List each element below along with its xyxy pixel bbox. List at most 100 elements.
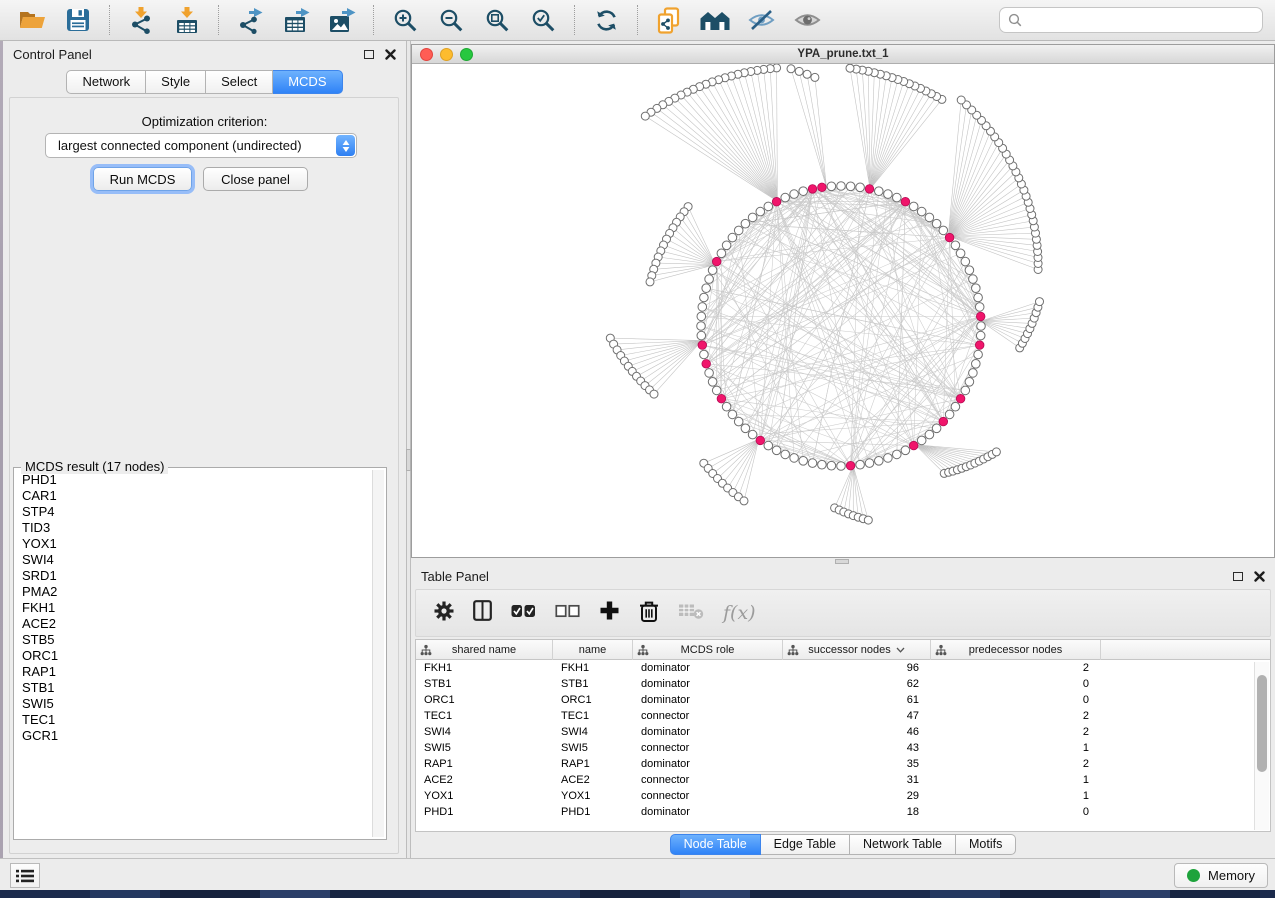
criterion-dropdown[interactable]: largest connected component (undirected)	[45, 133, 357, 158]
cell: connector	[633, 774, 783, 786]
import-table-icon[interactable]	[167, 4, 207, 36]
float-panel-icon[interactable]	[364, 50, 374, 59]
mcds-node-item[interactable]: FKH1	[16, 600, 371, 616]
table-row-FKH1[interactable]: FKH1FKH1dominator962	[416, 660, 1253, 676]
close-panel-button[interactable]: Close panel	[203, 167, 308, 191]
mcds-node-item[interactable]: ACE2	[16, 616, 371, 632]
column-header-MCDS-role[interactable]: MCDS role	[633, 640, 783, 660]
table-row-ACE2[interactable]: ACE2ACE2connector311	[416, 772, 1253, 788]
copy-network-icon[interactable]	[649, 4, 689, 36]
table-scrollbar-thumb[interactable]	[1257, 675, 1267, 772]
table-row-YOX1[interactable]: YOX1YOX1connector291	[416, 788, 1253, 804]
column-header-shared-name[interactable]: shared name	[416, 640, 553, 660]
zoom-fit-icon[interactable]	[477, 4, 517, 36]
mcds-list-scrollbar[interactable]	[372, 470, 384, 837]
mcds-node-item[interactable]: CAR1	[16, 488, 371, 504]
mcds-node-item[interactable]: SRD1	[16, 568, 371, 584]
mcds-node-item[interactable]: ORC1	[16, 648, 371, 664]
clear-row-selection-icon[interactable]	[555, 604, 580, 623]
search-input[interactable]	[1028, 13, 1254, 28]
column-header-name[interactable]: name	[553, 640, 633, 660]
mcds-node-item[interactable]: TID3	[16, 520, 371, 536]
zoom-out-icon[interactable]	[431, 4, 471, 36]
show-all-eye-icon[interactable]	[787, 4, 827, 36]
hide-selected-eye-icon[interactable]	[741, 4, 781, 36]
refresh-layout-icon[interactable]	[586, 4, 626, 36]
splitter-grip[interactable]	[835, 559, 849, 564]
horizontal-splitter[interactable]	[411, 558, 1275, 565]
cell: 1	[931, 742, 1101, 754]
mcds-node-item[interactable]: SWI5	[16, 696, 371, 712]
tab-network[interactable]: Network	[66, 70, 146, 94]
cell: 2	[931, 710, 1101, 722]
tab-mcds[interactable]: MCDS	[273, 70, 342, 94]
export-table-icon[interactable]	[276, 4, 316, 36]
close-window-icon[interactable]	[420, 48, 433, 61]
control-panel-title: Control Panel	[13, 47, 92, 62]
close-panel-icon[interactable]	[385, 49, 396, 60]
cell: 0	[931, 678, 1101, 690]
task-history-button[interactable]	[10, 863, 40, 888]
toolbar-separator	[218, 5, 219, 35]
table-row-SWI5[interactable]: SWI5SWI5connector431	[416, 740, 1253, 756]
application-window: Control Panel NetworkStyleSelectMCDS Opt…	[0, 0, 1275, 898]
mcds-node-item[interactable]: YOX1	[16, 536, 371, 552]
tab-style[interactable]: Style	[146, 70, 206, 94]
tab-node-table[interactable]: Node Table	[670, 834, 761, 855]
save-session-icon[interactable]	[58, 4, 98, 36]
zoom-selected-icon[interactable]	[523, 4, 563, 36]
table-scrollbar[interactable]	[1254, 662, 1269, 830]
memory-button[interactable]: Memory	[1174, 863, 1268, 888]
tab-select[interactable]: Select	[206, 70, 273, 94]
mcds-node-item[interactable]: STB5	[16, 632, 371, 648]
tab-motifs[interactable]: Motifs	[956, 834, 1016, 855]
network-graph[interactable]	[412, 64, 1274, 557]
close-panel-icon[interactable]	[1254, 571, 1265, 582]
mcds-node-item[interactable]: STB1	[16, 680, 371, 696]
export-network-icon[interactable]	[230, 4, 270, 36]
zoom-in-icon[interactable]	[385, 4, 425, 36]
table-settings-gear-icon[interactable]	[434, 601, 454, 626]
mcds-node-item[interactable]: PHD1	[16, 472, 371, 488]
network-canvas[interactable]	[412, 64, 1274, 557]
run-mcds-button[interactable]: Run MCDS	[93, 167, 192, 191]
delete-columns-trash-icon[interactable]	[639, 600, 659, 627]
select-all-rows-icon[interactable]	[511, 604, 536, 623]
table-row-STB1[interactable]: STB1STB1dominator620	[416, 676, 1253, 692]
search-box[interactable]	[999, 7, 1263, 33]
mcds-node-item[interactable]: RAP1	[16, 664, 371, 680]
toolbar-separator	[109, 5, 110, 35]
minimize-window-icon[interactable]	[440, 48, 453, 61]
mcds-node-item[interactable]: SWI4	[16, 552, 371, 568]
mcds-node-item[interactable]: TEC1	[16, 712, 371, 728]
cell: connector	[633, 742, 783, 754]
cell: FKH1	[553, 662, 633, 674]
control-panel-tabs: NetworkStyleSelectMCDS	[3, 70, 406, 94]
network-window-titlebar[interactable]: YPA_prune.txt_1	[412, 45, 1274, 64]
cell: 29	[783, 790, 931, 802]
column-header-successor-nodes[interactable]: successor nodes	[783, 640, 931, 660]
cell: dominator	[633, 726, 783, 738]
float-panel-icon[interactable]	[1233, 572, 1243, 581]
column-header-predecessor-nodes[interactable]: predecessor nodes	[931, 640, 1101, 660]
table-row-TEC1[interactable]: TEC1TEC1connector472	[416, 708, 1253, 724]
dropdown-stepper-icon	[336, 135, 355, 156]
mcds-node-item[interactable]: STP4	[16, 504, 371, 520]
tab-network-table[interactable]: Network Table	[850, 834, 956, 855]
mcds-node-item[interactable]: GCR1	[16, 728, 371, 744]
split-columns-icon[interactable]	[473, 600, 492, 626]
main-toolbar	[0, 0, 1275, 41]
cell: RAP1	[553, 758, 633, 770]
table-row-PHD1[interactable]: PHD1PHD1dominator180	[416, 804, 1253, 820]
mcds-node-item[interactable]: PMA2	[16, 584, 371, 600]
table-row-RAP1[interactable]: RAP1RAP1dominator352	[416, 756, 1253, 772]
first-neighbors-icon[interactable]	[695, 4, 735, 36]
table-row-SWI4[interactable]: SWI4SWI4dominator462	[416, 724, 1253, 740]
export-image-icon[interactable]	[322, 4, 362, 36]
tab-edge-table[interactable]: Edge Table	[761, 834, 850, 855]
table-row-ORC1[interactable]: ORC1ORC1dominator610	[416, 692, 1253, 708]
add-column-icon[interactable]	[599, 600, 620, 626]
open-session-icon[interactable]	[12, 4, 52, 36]
import-network-icon[interactable]	[121, 4, 161, 36]
maximize-window-icon[interactable]	[460, 48, 473, 61]
